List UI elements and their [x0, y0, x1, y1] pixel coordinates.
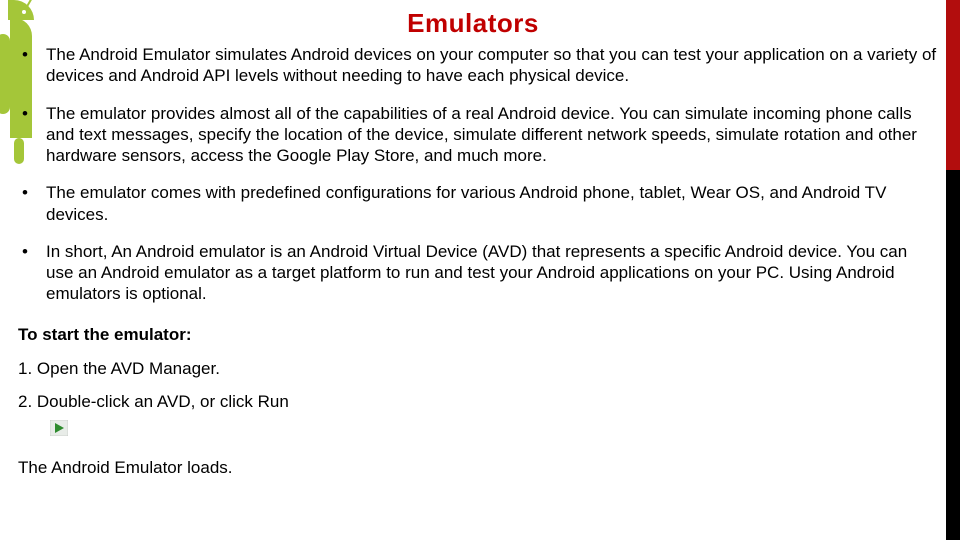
bullet-item: In short, An Android emulator is an Andr… — [18, 241, 938, 305]
android-mascot-arm — [0, 34, 10, 114]
right-red-accent — [946, 0, 960, 170]
bullet-list: The Android Emulator simulates Android d… — [18, 44, 938, 305]
step-1: 1. Open the AVD Manager. — [18, 355, 938, 382]
slide-content: The Android Emulator simulates Android d… — [18, 44, 938, 478]
subheading-start-emulator: To start the emulator: — [18, 325, 938, 345]
run-icon — [50, 417, 68, 444]
bullet-item: The emulator comes with predefined confi… — [18, 182, 938, 225]
slide-title: Emulators — [0, 8, 946, 39]
step-2-text: 2. Double-click an AVD, or click Run — [18, 392, 289, 411]
step-2: 2. Double-click an AVD, or click Run — [18, 388, 938, 444]
closing-text: The Android Emulator loads. — [18, 458, 938, 478]
bullet-item: The Android Emulator simulates Android d… — [18, 44, 938, 87]
bullet-item: The emulator provides almost all of the … — [18, 103, 938, 167]
